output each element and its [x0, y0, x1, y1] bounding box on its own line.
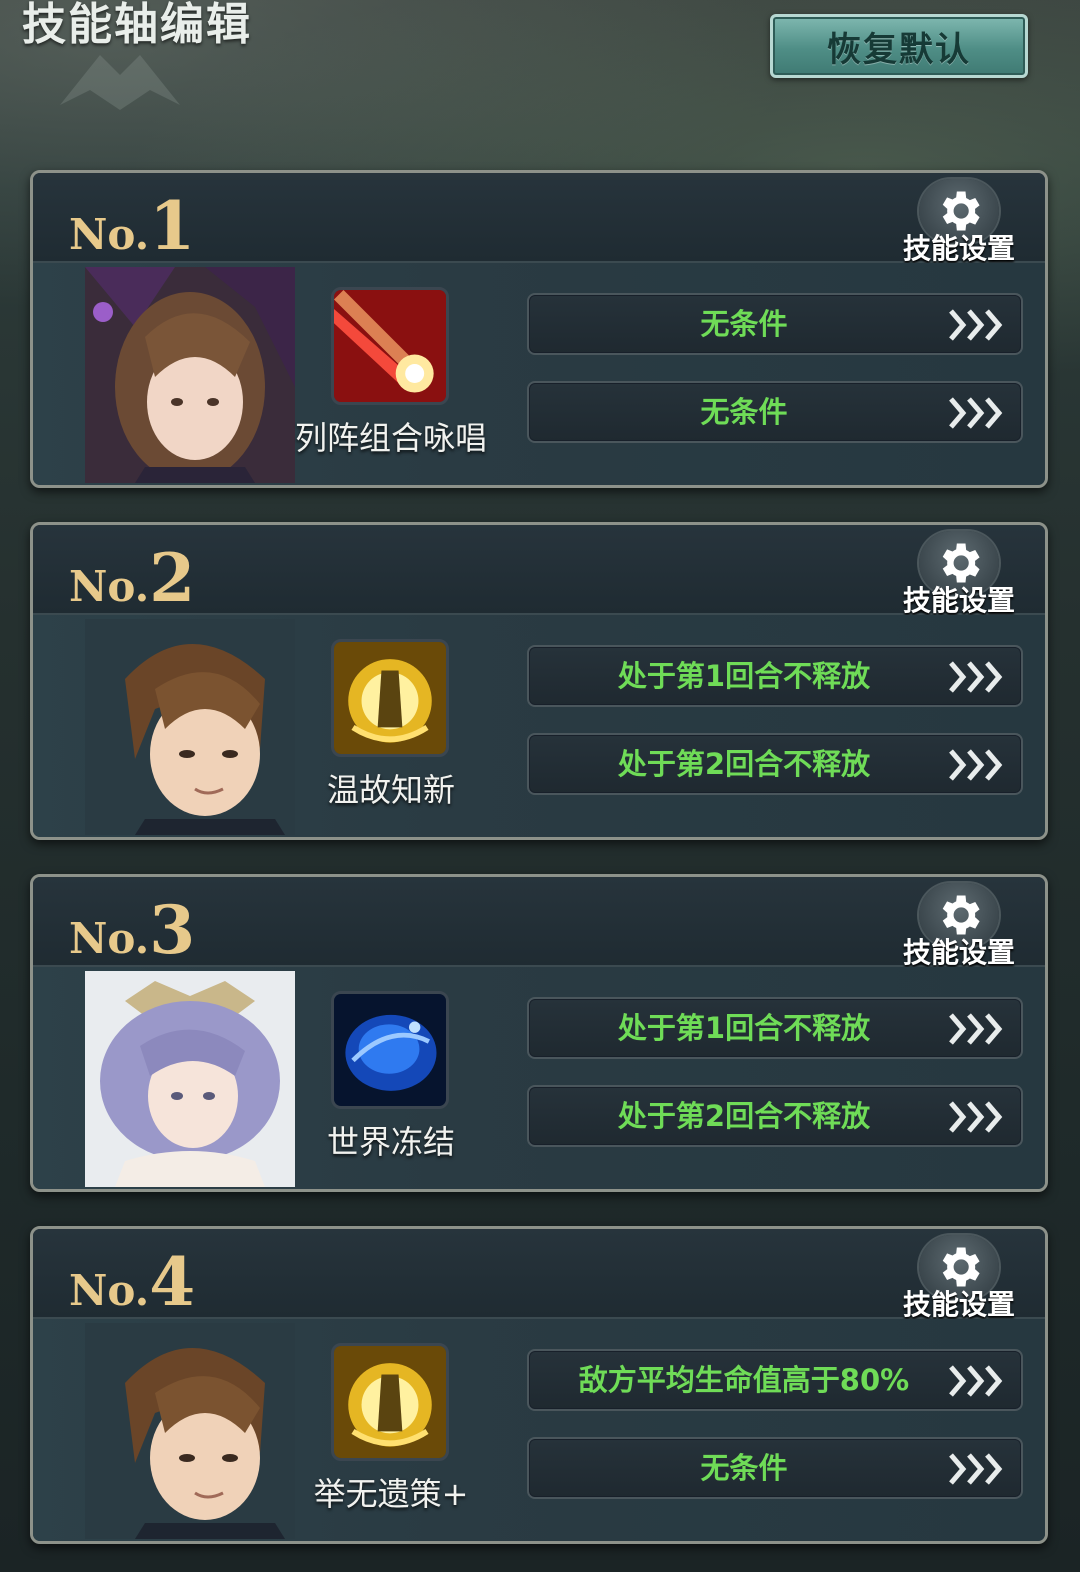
- skill-card-2: No.2 技能设置 温故知新 处于第1回合不释放 处于第2回合不释放: [30, 522, 1048, 840]
- skill-settings-label[interactable]: 技能设置: [903, 227, 1015, 267]
- condition-slot-1[interactable]: 无条件: [527, 293, 1023, 355]
- card-number: No.2: [69, 539, 196, 617]
- chevrons-right-icon: [949, 1013, 1003, 1045]
- condition-text: 无条件: [700, 307, 788, 341]
- condition-slot-2[interactable]: 无条件: [527, 381, 1023, 443]
- condition-text: 处于第1回合不释放: [617, 1011, 871, 1045]
- card-header: No.3 技能设置: [33, 877, 1045, 969]
- condition-slot-1[interactable]: 处于第1回合不释放: [527, 997, 1023, 1059]
- card-body: 世界冻结 处于第1回合不释放 处于第2回合不释放: [33, 967, 1045, 1189]
- condition-slot-2[interactable]: 处于第2回合不释放: [527, 733, 1023, 795]
- character-portrait: [85, 619, 295, 835]
- card-body: 温故知新 处于第1回合不释放 处于第2回合不释放: [33, 615, 1045, 837]
- chevrons-right-icon: [949, 1453, 1003, 1485]
- chevrons-right-icon: [949, 1101, 1003, 1133]
- skill-card-3: No.3 技能设置 世界冻结 处于第1回合不释放 处于第2回合不释放: [30, 874, 1048, 1192]
- card-number: No.1: [69, 187, 196, 265]
- condition-slot-2[interactable]: 处于第2回合不释放: [527, 1085, 1023, 1147]
- condition-slot-1[interactable]: 敌方平均生命值高于80%: [527, 1349, 1023, 1411]
- page-title: 技能轴编辑: [22, 0, 252, 50]
- chevrons-right-icon: [949, 749, 1003, 781]
- condition-text: 处于第1回合不释放: [617, 659, 871, 693]
- card-header: No.1 技能设置: [33, 173, 1045, 265]
- skill-settings-label[interactable]: 技能设置: [903, 579, 1015, 619]
- blue-ice-skill-icon[interactable]: [331, 991, 449, 1109]
- skill-name: 举无遗策+: [313, 1475, 469, 1513]
- skill-name: 世界冻结: [326, 1123, 455, 1161]
- skill-card-4: No.4 技能设置 举无遗策+ 敌方平均生命值高于80% 无条件: [30, 1226, 1048, 1544]
- chevrons-right-icon: [949, 661, 1003, 693]
- skill-settings-label[interactable]: 技能设置: [903, 1283, 1015, 1323]
- reset-default-button[interactable]: 恢复默认: [770, 14, 1028, 78]
- card-body: 举无遗策+ 敌方平均生命值高于80% 无条件: [33, 1319, 1045, 1541]
- skill-card-1: No.1 技能设置 列阵组合咏唱 无条件 无条件: [30, 170, 1048, 488]
- character-portrait: [85, 971, 295, 1187]
- golden-aura-skill-icon[interactable]: [331, 1343, 449, 1461]
- condition-slot-1[interactable]: 处于第1回合不释放: [527, 645, 1023, 707]
- card-number: No.4: [69, 1243, 196, 1321]
- chevrons-right-icon: [949, 397, 1003, 429]
- card-number: No.3: [69, 891, 196, 969]
- skill-settings-label[interactable]: 技能设置: [903, 931, 1015, 971]
- red-laser-skill-icon[interactable]: [331, 287, 449, 405]
- chevrons-right-icon: [949, 309, 1003, 341]
- chevrons-right-icon: [949, 1365, 1003, 1397]
- condition-slot-2[interactable]: 无条件: [527, 1437, 1023, 1499]
- skill-name: 列阵组合咏唱: [294, 419, 487, 457]
- condition-text: 处于第2回合不释放: [617, 747, 871, 781]
- golden-aura-skill-icon[interactable]: [331, 639, 449, 757]
- condition-text: 无条件: [700, 1451, 788, 1485]
- card-body: 列阵组合咏唱 无条件 无条件: [33, 263, 1045, 485]
- card-header: No.2 技能设置: [33, 525, 1045, 617]
- skill-name: 温故知新: [326, 771, 455, 809]
- condition-text: 无条件: [700, 395, 788, 429]
- character-portrait: [85, 1323, 295, 1539]
- character-portrait: [85, 267, 295, 483]
- card-header: No.4 技能设置: [33, 1229, 1045, 1321]
- condition-text: 处于第2回合不释放: [617, 1099, 871, 1133]
- condition-text: 敌方平均生命值高于80%: [578, 1363, 910, 1397]
